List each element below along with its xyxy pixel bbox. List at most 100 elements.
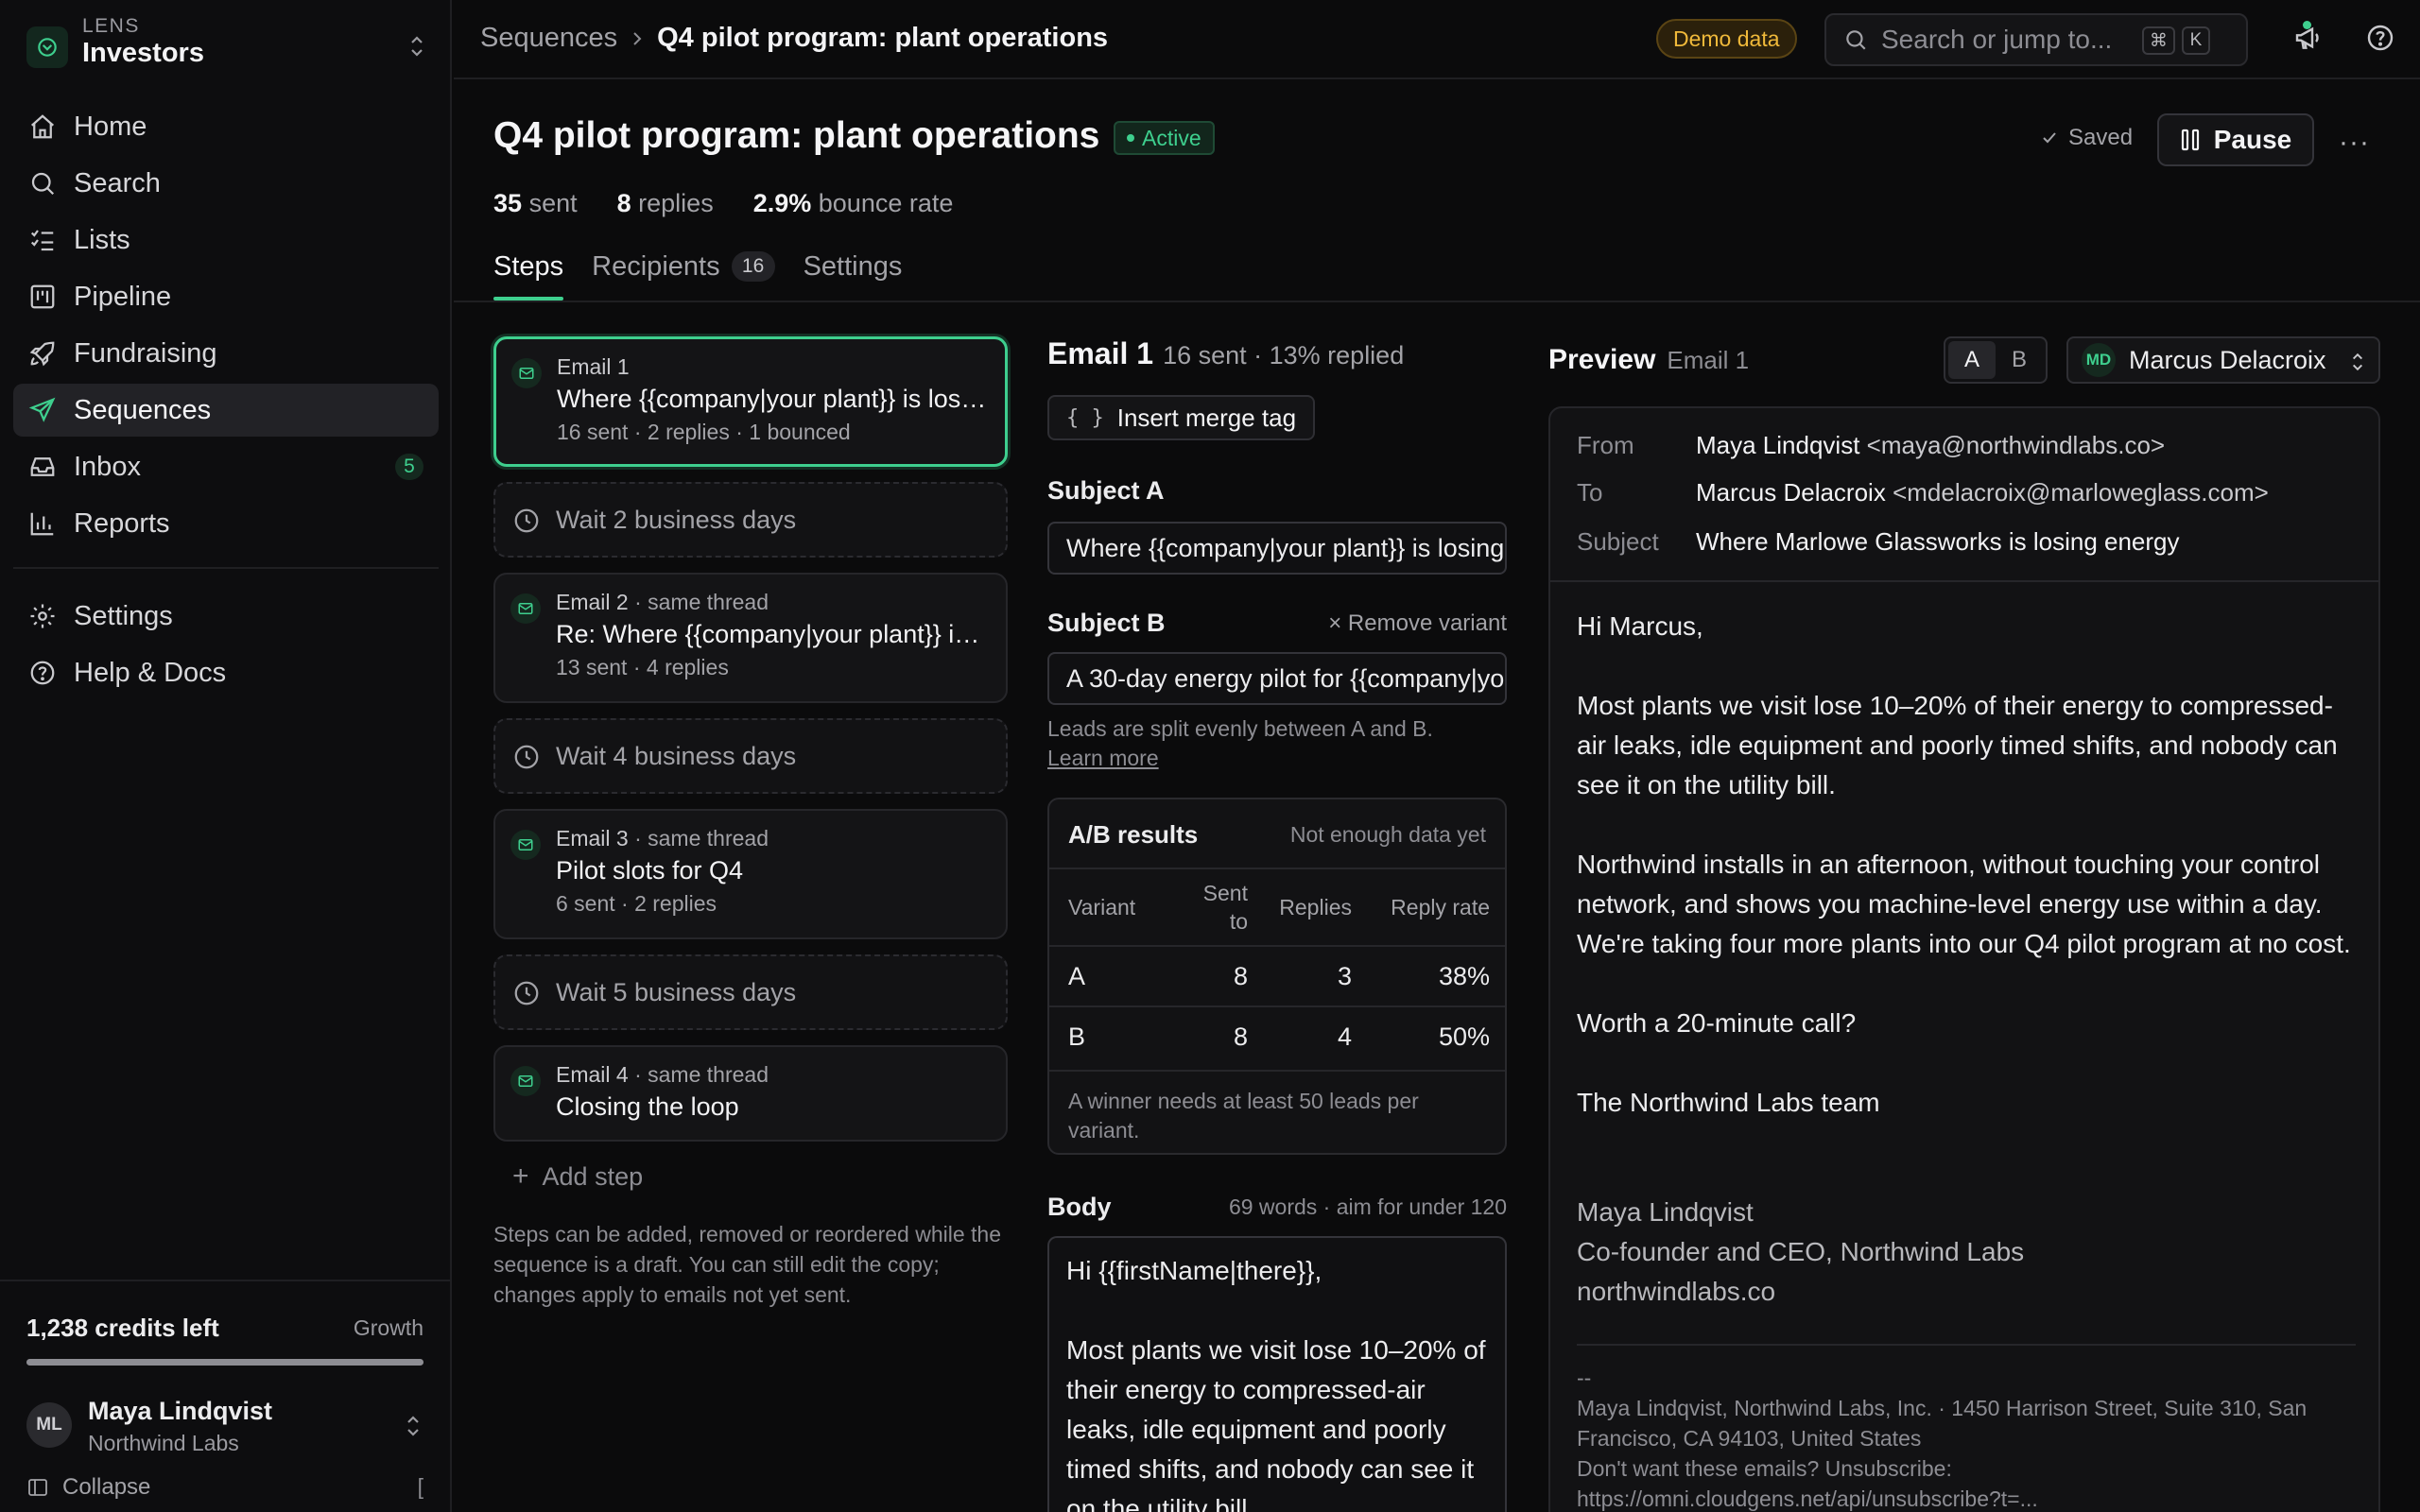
clock-icon [514, 981, 539, 1005]
mail-icon [511, 358, 542, 388]
nav-item-settings[interactable]: Settings [13, 590, 439, 643]
pause-button[interactable]: Pause [2157, 113, 2314, 166]
subject-b-label: Subject B [1047, 609, 1166, 637]
breadcrumb-sequences-link[interactable]: Sequences [480, 23, 617, 54]
kbd-k: K [2182, 26, 2210, 55]
workspace-switcher[interactable]: LENS Investors [26, 15, 427, 79]
remove-variant-button[interactable]: × Remove variant [1328, 610, 1507, 637]
credits-progress-bar [26, 1359, 424, 1366]
ab-results-table: Variant Sent to Replies Reply rate A 8 3… [1049, 868, 1505, 1067]
subject-a-input[interactable]: Where {{company|your plant}} is losing e… [1047, 522, 1507, 575]
tab-recipients[interactable]: Recipients 16 [592, 251, 775, 301]
step-meta: 16 sent · 2 replies · 1 bounced [557, 420, 851, 444]
breadcrumb-current: Q4 pilot program: plant operations [657, 23, 1109, 53]
nav-divider [13, 567, 439, 569]
check-icon [2043, 132, 2056, 144]
nav-item-search[interactable]: Search [13, 157, 439, 210]
recipient-avatar: MD [2082, 343, 2116, 377]
preview-divider [1550, 580, 2378, 582]
editor-title: Email 1 16 sent · 13% replied [1047, 336, 1405, 370]
preview-signature: Maya Lindqvist Co-founder and CEO, North… [1577, 1197, 2025, 1306]
tab-settings[interactable]: Settings [804, 251, 903, 301]
credits-progress-fill [26, 1359, 424, 1366]
sidebar: LENS Investors Home Search Lists Pipelin… [0, 0, 452, 1512]
tab-bar: Steps Recipients 16 Settings [493, 251, 930, 301]
user-org: Northwind Labs [88, 1431, 239, 1455]
steps-list: Email 1 Where {{company|your plant}} is … [493, 336, 1008, 1193]
tab-divider [454, 301, 2420, 302]
nav-item-help[interactable]: Help & Docs [13, 646, 439, 699]
nav-item-fundraising[interactable]: Fundraising [13, 327, 439, 380]
split-note: Leads are split evenly between A and B. … [1047, 716, 1433, 770]
list-icon [30, 230, 54, 251]
credits-remaining: 1,238 credits left [26, 1314, 219, 1342]
body-label: Body [1047, 1193, 1112, 1221]
more-options-icon[interactable]: ··· [2339, 127, 2370, 159]
email-editor: Email 1 16 sent · 13% replied { } Insert … [1047, 336, 1507, 1512]
sidebar-footer: 1,238 credits left Growth ML Maya Lindqv… [0, 1280, 450, 1512]
braces-icon: { } [1066, 405, 1104, 430]
help-icon[interactable] [2365, 23, 2395, 53]
subject-a-label: Subject A [1047, 476, 1165, 505]
nav-item-lists[interactable]: Lists [13, 214, 439, 266]
step-email-4[interactable]: Email 4 · same thread Closing the loop [493, 1045, 1008, 1142]
bar-chart-icon [30, 512, 54, 536]
workspace-label: LENS [82, 15, 140, 37]
search-icon [31, 172, 55, 196]
step-wait-3[interactable]: Wait 5 business days [493, 954, 1008, 1030]
status-dot [1127, 134, 1134, 142]
step-meta: 13 sent · 4 replies [556, 655, 729, 679]
collapse-shortcut: [ [417, 1474, 424, 1499]
step-email-3[interactable]: Email 3 · same thread Pilot slots for Q4… [493, 809, 1008, 939]
primary-nav: Home Search Lists Pipeline Fundraising S… [13, 100, 439, 703]
email-preview: From Maya Lindqvist <maya@northwindlabs.… [1548, 406, 2380, 1512]
nav-item-inbox[interactable]: Inbox 5 [13, 440, 439, 493]
body-word-count: 69 words · aim for under 120 [1228, 1194, 1507, 1219]
variant-b-button[interactable]: B [1996, 341, 2043, 379]
step-wait-1[interactable]: Wait 2 business days [493, 482, 1008, 558]
step-wait-2[interactable]: Wait 4 business days [493, 718, 1008, 794]
clock-icon [514, 508, 539, 533]
mail-icon [510, 1066, 541, 1096]
variant-a-button[interactable]: A [1948, 341, 1996, 379]
preview-title: Preview Email 1 [1548, 344, 1750, 375]
user-menu[interactable]: ML Maya Lindqvist Northwind Labs [26, 1393, 424, 1459]
page-title: Q4 pilot program: plant operations [493, 115, 1100, 156]
preview-from-row: From Maya Lindqvist <maya@northwindlabs.… [1577, 431, 2166, 459]
ab-results-status: Not enough data yet [1289, 822, 1486, 847]
nav-item-pipeline[interactable]: Pipeline [13, 270, 439, 323]
insert-merge-tag-button[interactable]: { } Insert merge tag [1047, 395, 1316, 440]
help-icon [30, 661, 55, 685]
mail-icon [510, 593, 541, 624]
body-textarea[interactable]: Hi {{firstName|there}}, Most plants we v… [1047, 1236, 1507, 1512]
search-icon [1846, 30, 1866, 50]
nav-item-reports[interactable]: Reports [13, 497, 439, 550]
nav-item-sequences[interactable]: Sequences [13, 384, 439, 437]
collapse-sidebar-button[interactable]: Collapse [26, 1474, 150, 1501]
mail-icon [510, 830, 541, 860]
home-icon [31, 114, 54, 139]
search-input[interactable]: Search or jump to... ⌘ K [1824, 13, 2248, 66]
add-step-button[interactable]: + Add step [493, 1160, 1008, 1193]
preview-recipient-select[interactable]: MD Marcus Delacroix [2066, 336, 2380, 384]
topbar: Sequences Q4 pilot program: plant operat… [454, 0, 2420, 79]
tab-steps[interactable]: Steps [493, 251, 564, 301]
ab-results-card: A/B results Not enough data yet Variant … [1047, 798, 1507, 1155]
subject-b-input[interactable]: A 30-day energy pilot for {{company|your… [1047, 652, 1507, 705]
variant-toggle: A B [1944, 336, 2048, 384]
preview-subject-row: Subject Where Marlowe Glassworks is losi… [1577, 527, 2180, 556]
gear-icon [30, 604, 55, 628]
unsubscribe-link[interactable]: https://omni.cloudgens.net/api/unsubscri… [1577, 1484, 2361, 1512]
step-email-1[interactable]: Email 1 Where {{company|your plant}} is … [493, 336, 1008, 467]
chevron-right-icon [633, 31, 642, 45]
demo-data-badge[interactable]: Demo data [1656, 19, 1797, 59]
sidebar-panel-icon [28, 1479, 47, 1496]
step-email-2[interactable]: Email 2 · same thread Re: Where {{compan… [493, 573, 1008, 703]
user-name: Maya Lindqvist [88, 1397, 273, 1425]
nav-item-home[interactable]: Home [13, 100, 439, 153]
learn-more-link[interactable]: Learn more [1047, 746, 1159, 770]
stat-replies: 8 replies [616, 189, 714, 217]
rocket-icon [29, 341, 55, 367]
step-subject: Where {{company|your plant}} is losing e… [557, 385, 990, 413]
inbox-count-badge: 5 [395, 454, 424, 480]
